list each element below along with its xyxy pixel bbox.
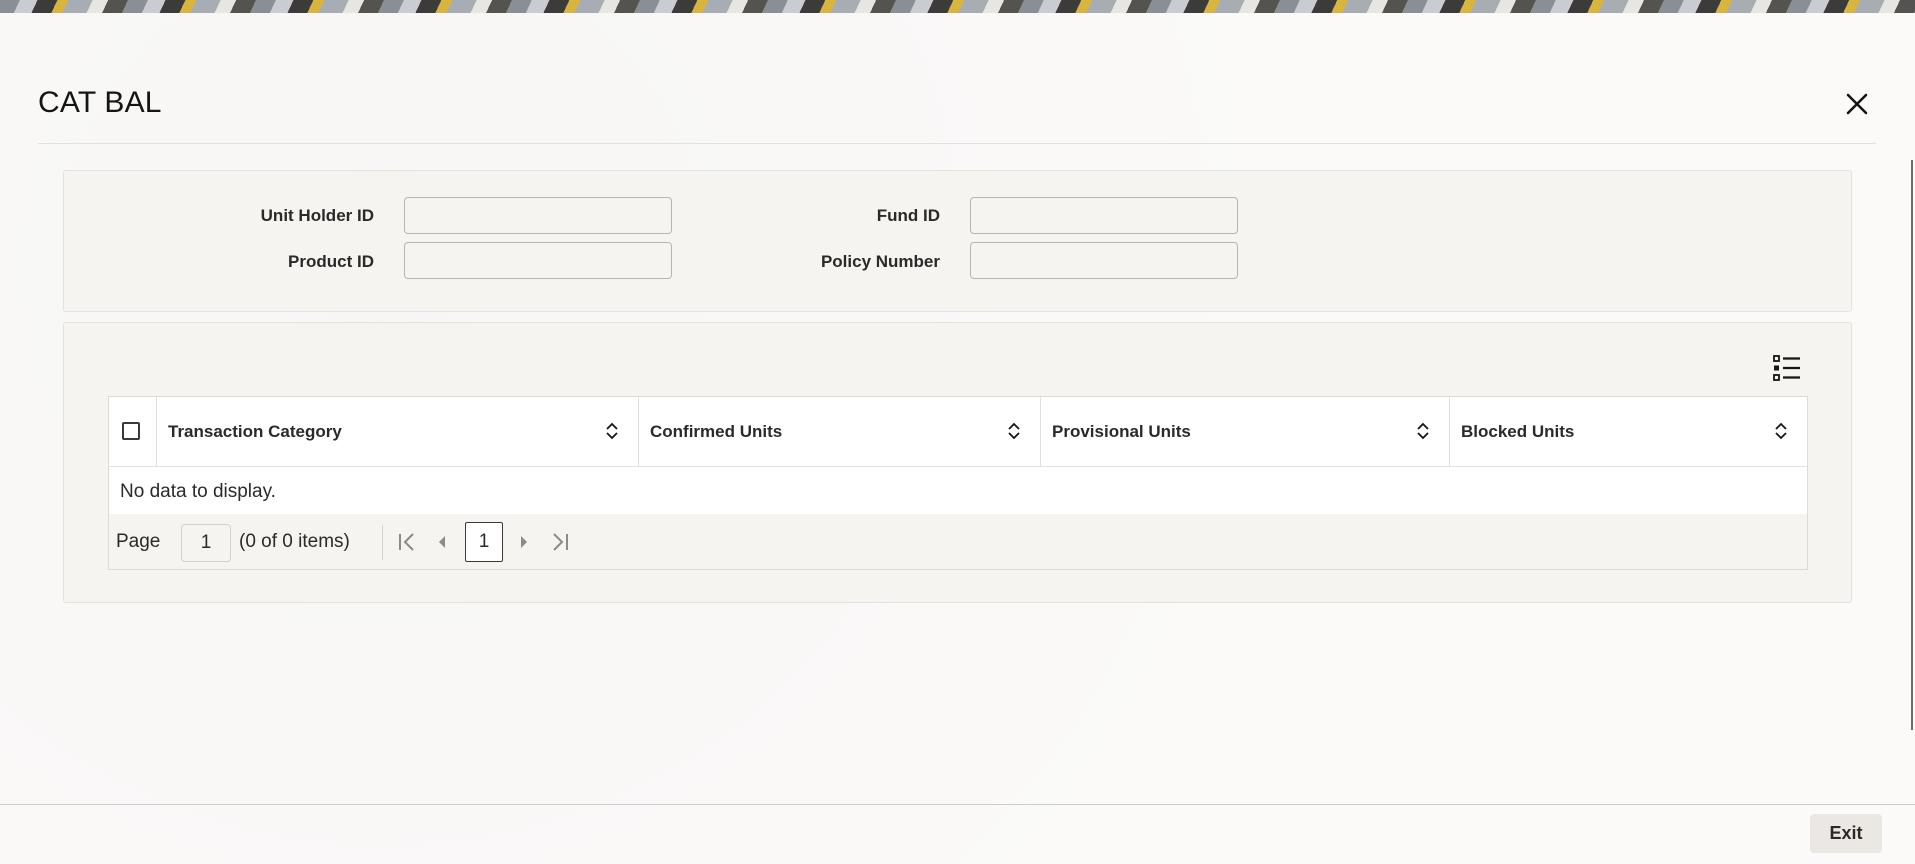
pagination-divider: [382, 525, 383, 560]
unit-holder-id-field[interactable]: [404, 197, 672, 234]
fund-id-label: Fund ID: [876, 206, 940, 225]
page-number-input[interactable]: [181, 524, 231, 562]
pagination-bar: Page (0 of 0 items) 1: [109, 514, 1807, 569]
results-table: Transaction Category Confirmed Units Pro…: [108, 396, 1808, 570]
policy-number-field[interactable]: [970, 242, 1238, 279]
column-confirmed-units[interactable]: Confirmed Units: [639, 397, 1041, 466]
sort-icon[interactable]: [605, 421, 619, 441]
exit-button[interactable]: Exit: [1810, 814, 1882, 853]
select-all-checkbox[interactable]: [122, 422, 140, 440]
footer-divider: [0, 804, 1915, 805]
column-label: Provisional Units: [1052, 422, 1191, 441]
next-page-icon[interactable]: [513, 531, 535, 553]
column-transaction-category[interactable]: Transaction Category: [157, 397, 639, 466]
current-page-button[interactable]: 1: [465, 522, 503, 562]
sort-icon[interactable]: [1416, 421, 1430, 441]
unit-holder-id-label: Unit Holder ID: [260, 206, 374, 225]
column-label: Confirmed Units: [650, 422, 783, 441]
column-label: Blocked Units: [1461, 422, 1575, 441]
product-id-label: Product ID: [288, 252, 374, 271]
vertical-scrollbar[interactable]: [1911, 160, 1913, 730]
title-divider: [38, 143, 1876, 144]
column-blocked-units[interactable]: Blocked Units: [1450, 397, 1807, 466]
close-icon[interactable]: [1843, 90, 1871, 118]
empty-table-message: No data to display.: [120, 481, 276, 502]
sort-icon[interactable]: [1774, 421, 1788, 441]
table-header: Transaction Category Confirmed Units Pro…: [109, 397, 1807, 467]
header-banner: [0, 0, 1915, 13]
search-criteria-panel: [63, 170, 1852, 312]
page-label: Page: [116, 531, 161, 552]
column-provisional-units[interactable]: Provisional Units: [1041, 397, 1450, 466]
previous-page-icon[interactable]: [431, 531, 453, 553]
last-page-icon[interactable]: [549, 531, 571, 553]
policy-number-label: Policy Number: [820, 252, 940, 271]
page-title: CAT BAL: [38, 86, 162, 119]
column-label: Transaction Category: [168, 422, 342, 441]
column-picker-icon[interactable]: [1773, 355, 1801, 381]
product-id-field[interactable]: [404, 242, 672, 279]
sort-icon[interactable]: [1007, 421, 1021, 441]
fund-id-field[interactable]: [970, 197, 1238, 234]
first-page-icon[interactable]: [396, 531, 418, 553]
select-all-column: [109, 397, 157, 466]
item-count: (0 of 0 items): [239, 531, 350, 552]
